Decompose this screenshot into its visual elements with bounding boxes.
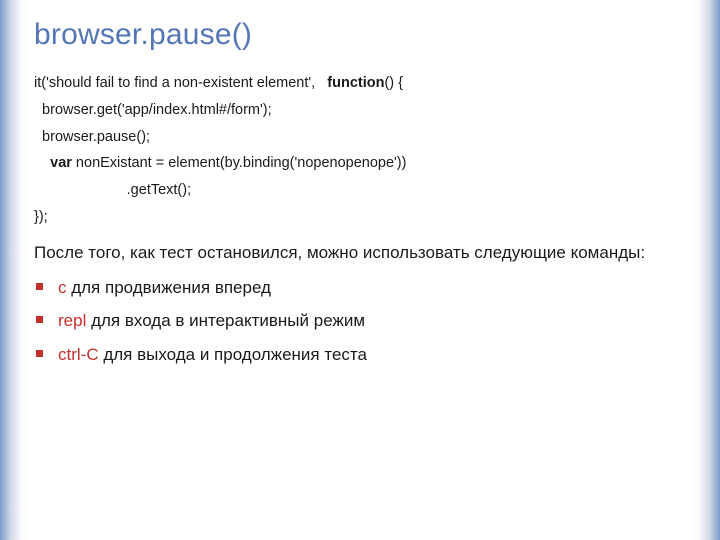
command-desc: для продвижения вперед — [67, 278, 271, 297]
description-paragraph: После того, как тест остановился, можно … — [34, 241, 690, 266]
code-line-4c: nonExistant = element(by.binding('nopeno… — [72, 155, 407, 171]
code-line-5: .getText(); — [34, 182, 191, 198]
code-keyword-function: function — [327, 75, 384, 91]
code-line-3: browser.pause(); — [34, 129, 150, 145]
code-keyword-var: var — [50, 155, 72, 171]
code-line-1c: () { — [384, 75, 403, 91]
slide-title: browser.pause() — [34, 18, 690, 52]
slide: browser.pause() it('should fail to find … — [0, 0, 720, 397]
command-name: ctrl-C — [58, 345, 99, 364]
code-line-4a — [34, 155, 50, 171]
command-desc: для выхода и продолжения теста — [99, 345, 367, 364]
list-item: repl для входа в интерактивный режим — [36, 309, 690, 333]
command-name: c — [58, 278, 67, 297]
code-line-6: }); — [34, 209, 48, 225]
code-line-2: browser.get('app/index.html#/form'); — [34, 102, 272, 118]
command-name: repl — [58, 311, 86, 330]
code-line-1a: it('should fail to find a non-existent e… — [34, 75, 327, 91]
command-desc: для входа в интерактивный режим — [86, 311, 365, 330]
list-item: c для продвижения вперед — [36, 276, 690, 300]
list-item: ctrl-C для выхода и продолжения теста — [36, 343, 690, 367]
code-block: it('should fail to find a non-existent e… — [34, 70, 690, 231]
commands-list: c для продвижения вперед repl для входа … — [36, 276, 690, 367]
